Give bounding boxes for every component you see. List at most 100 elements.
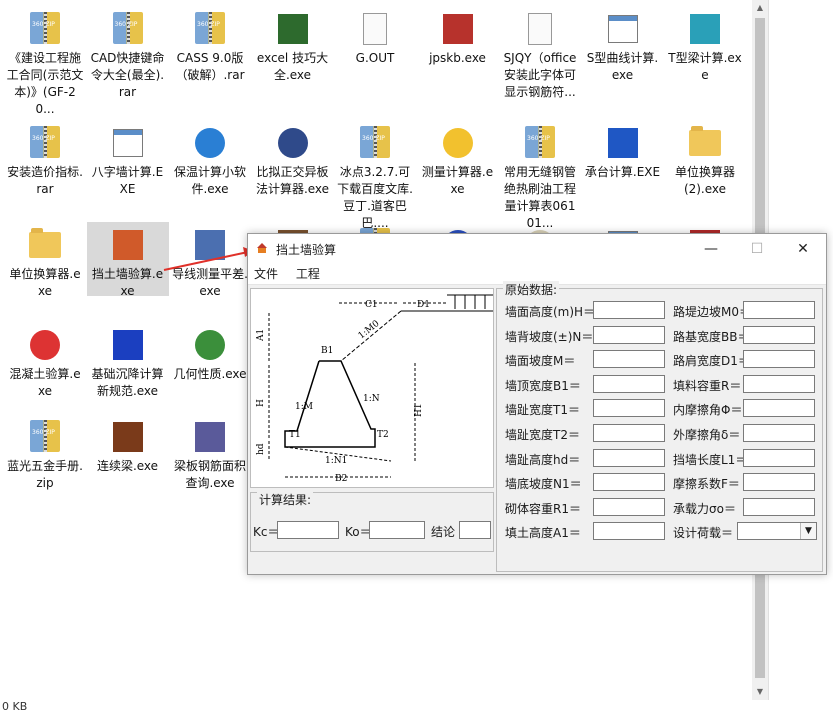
desktop-item-label: SJQY（office安装此字体可显示钢筋符... — [503, 51, 577, 99]
zip-icon — [112, 12, 143, 44]
desktop-item-label: excel 技巧大全.exe — [256, 51, 329, 82]
desktop-item[interactable]: excel 技巧大全.exe — [252, 6, 334, 84]
field-input[interactable] — [743, 374, 815, 393]
bike-icon — [30, 330, 60, 360]
field-input[interactable] — [743, 424, 815, 442]
desktop-item-label: 连续梁.exe — [96, 459, 159, 473]
desktop-item[interactable]: 混凝土验算.exe — [4, 322, 86, 400]
result-legend: 计算结果: — [257, 491, 314, 508]
field-label: 路堤边坡M0＝ — [673, 305, 751, 319]
desktop-item-label: CAD快捷键命令大全(最全).rar — [90, 51, 165, 99]
desktop-item-label: 测量计算器.exe — [421, 165, 494, 196]
field-input[interactable] — [593, 350, 665, 369]
annotation-arrow-icon — [163, 247, 254, 271]
field-input[interactable] — [743, 399, 815, 418]
field-input[interactable] — [743, 350, 815, 369]
close-button[interactable]: ✕ — [780, 234, 826, 264]
field-label: 墙趾高度hd＝ — [505, 452, 581, 467]
tools-icon — [690, 14, 720, 44]
scroll-down-icon[interactable]: ▼ — [752, 684, 768, 700]
field-label: 内摩擦角Φ＝ — [673, 403, 743, 418]
label-n: 1:N — [363, 394, 380, 404]
device-icon — [277, 128, 308, 158]
desktop-item[interactable]: 梁板钢筋面积查询.exe — [169, 414, 251, 492]
app-house-icon — [257, 243, 267, 253]
desktop-item[interactable]: S型曲线计算.exe — [582, 6, 664, 84]
field-label: 外摩擦角δ＝ — [673, 428, 741, 442]
field-label: 墙趾宽度T1＝ — [505, 403, 580, 418]
field-input[interactable] — [743, 473, 815, 492]
desktop-item-label: 《建设工程施工合同(示范文本)》(GF-20... — [6, 51, 84, 116]
cube-icon — [607, 128, 638, 158]
desktop-item-label: 基础沉降计算新规范.exe — [91, 367, 164, 398]
desktop-item[interactable]: SJQY（office安装此字体可显示钢筋符... — [499, 6, 581, 101]
desktop-item[interactable]: 蓝光五金手册.zip — [4, 414, 86, 492]
field-input[interactable] — [593, 448, 665, 467]
desktop-item[interactable]: 八字墙计算.EXE — [87, 120, 169, 198]
field-input[interactable] — [593, 473, 665, 492]
menu-file[interactable]: 文件 — [254, 264, 278, 284]
program-icon — [112, 129, 143, 157]
status-text: 0 KB — [0, 700, 833, 714]
field-label: 填料容重R＝ — [673, 378, 742, 393]
desktop-item-label: T型梁计算.exe — [668, 51, 742, 82]
design-load-select[interactable]: ▼ — [737, 522, 817, 541]
field-label: 设计荷载＝ — [673, 526, 734, 541]
maximize-button[interactable]: ☐ — [734, 234, 780, 264]
field-label: 墙顶宽度B1＝ — [505, 378, 581, 393]
scroll-up-icon[interactable]: ▲ — [752, 0, 768, 16]
field-input[interactable] — [743, 301, 815, 319]
field-input[interactable] — [593, 497, 665, 516]
desktop-item[interactable]: 基础沉降计算新规范.exe — [87, 322, 169, 400]
desktop-item[interactable]: 比拟正交异板法计算器.exe — [252, 120, 334, 198]
flag-icon — [112, 330, 143, 360]
field-input[interactable] — [593, 325, 665, 344]
desktop-item[interactable]: 承台计算.EXE — [582, 120, 664, 181]
desktop-item[interactable]: 安装造价指标.rar — [4, 120, 86, 198]
desktop-item[interactable]: jpskb.exe — [417, 6, 499, 67]
field-label: 挡墙长度L1＝ — [673, 452, 748, 467]
label-b2: B2 — [335, 474, 347, 484]
desktop-item[interactable]: 常用无缝钢管绝热刷油工程量计算表06101... — [499, 120, 581, 232]
dialog-titlebar[interactable]: 挡土墙验算 — ☐ ✕ — [248, 234, 826, 264]
field-input[interactable] — [593, 424, 665, 442]
label-h1: H1 — [414, 403, 424, 417]
dropdown-arrow-icon[interactable]: ▼ — [800, 523, 816, 540]
menu-project[interactable]: 工程 — [296, 264, 320, 284]
desktop-item[interactable]: 几何性质.exe — [169, 322, 251, 383]
desktop-item[interactable]: 单位换算器.exe — [4, 222, 86, 300]
field-input[interactable] — [743, 497, 815, 516]
field-input[interactable] — [743, 448, 815, 467]
field-input[interactable] — [593, 399, 665, 418]
desktop-item[interactable]: 《建设工程施工合同(示范文本)》(GF-20... — [4, 6, 86, 118]
desktop-item[interactable]: 保温计算小软件.exe — [169, 120, 251, 198]
label-c1: C1 — [365, 300, 378, 310]
desktop-item[interactable]: CASS 9.0版（破解）.rar — [169, 6, 251, 84]
desktop-item-label: 安装造价指标.rar — [7, 165, 83, 196]
font-icon — [528, 13, 552, 45]
desktop-item-label: 承台计算.EXE — [584, 165, 661, 179]
app-icon — [442, 14, 473, 44]
field-label: 砌体容重R1＝ — [505, 501, 581, 516]
desktop-item[interactable]: 冰点3.2.7.可下载百度文库.豆丁.道客巴巴.... — [334, 120, 416, 232]
desktop-item[interactable]: 连续梁.exe — [87, 414, 169, 475]
minimize-button[interactable]: — — [688, 234, 734, 264]
field-input[interactable] — [593, 522, 665, 541]
desktop-item[interactable]: G.OUT — [334, 6, 416, 67]
field-label: 墙背坡度(±)N＝ — [505, 329, 594, 344]
desktop-item[interactable]: 单位换算器 (2).exe — [664, 120, 746, 198]
desktop-item[interactable]: 测量计算器.exe — [417, 120, 499, 198]
zip-icon — [30, 420, 60, 452]
retaining-wall-dialog: 挡土墙验算 — ☐ ✕ 文件 工程 C1 D1 1:M0 B1 1:M 1:N … — [247, 233, 827, 575]
field-input[interactable] — [743, 325, 815, 344]
zip-icon — [360, 126, 390, 158]
field-input[interactable] — [593, 374, 665, 393]
label-a1: A1 — [256, 329, 266, 342]
field-input[interactable] — [593, 301, 665, 319]
desktop-item[interactable]: CAD快捷键命令大全(最全).rar — [87, 6, 169, 101]
field-label: 墙底坡度N1＝ — [505, 477, 582, 492]
desktop-item-label: G.OUT — [355, 51, 395, 65]
ko-output — [369, 521, 425, 539]
desktop-item[interactable]: T型梁计算.exe — [664, 6, 746, 84]
zip-icon — [30, 126, 60, 158]
